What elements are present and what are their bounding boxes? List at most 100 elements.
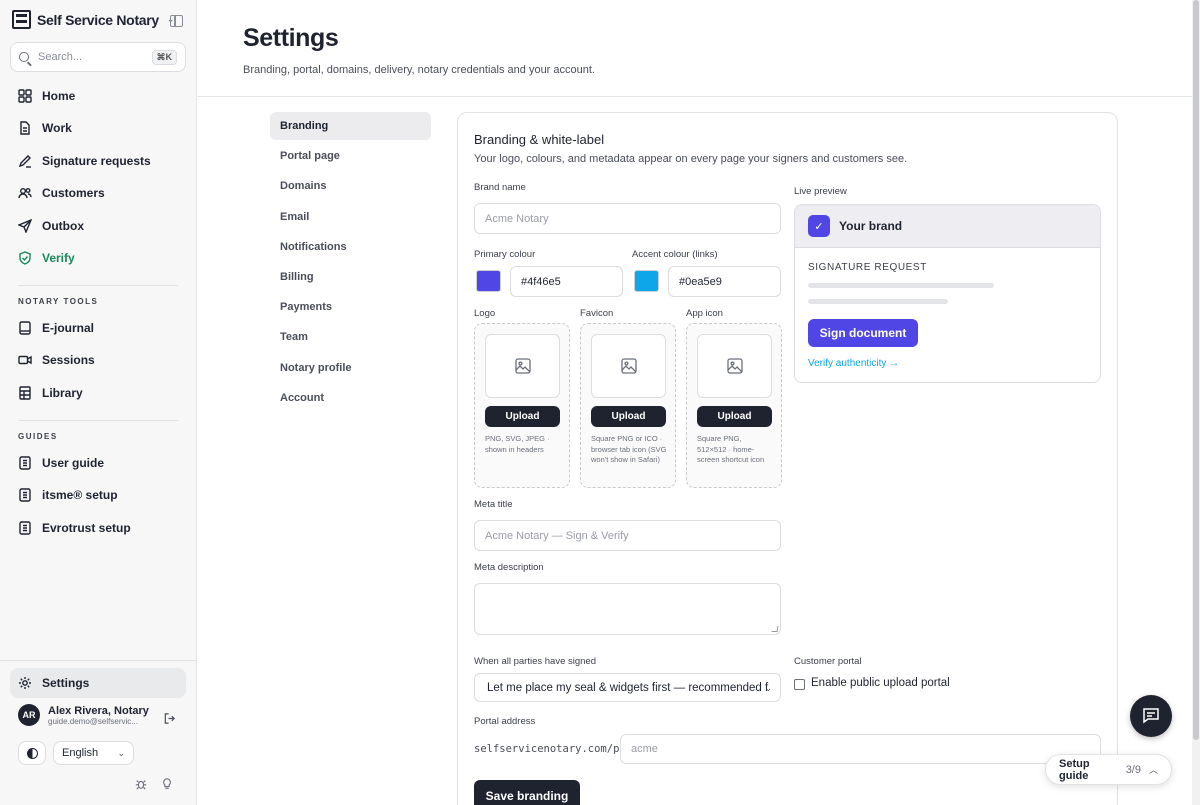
sidebar-item-library[interactable]: Library — [10, 378, 186, 408]
sidebar-item-sessions[interactable]: Sessions — [10, 345, 186, 375]
accent-colour-swatch[interactable] — [634, 270, 659, 292]
logout-icon[interactable] — [163, 712, 176, 728]
portal-address-placeholder: acme — [631, 743, 658, 755]
avatar: AR — [18, 704, 40, 726]
logo-upload-zone[interactable]: Upload PNG, SVG, JPEG · shown in headers — [474, 323, 570, 488]
user-profile[interactable]: AR Alex Rivera, Notary guide.demo@selfse… — [18, 704, 188, 726]
accent-colour-input[interactable]: #0ea5e9 — [668, 266, 781, 297]
app-icon-upload-button[interactable]: Upload — [697, 406, 772, 427]
sidebar-item-outbox[interactable]: Outbox — [10, 211, 186, 241]
nav-divider — [18, 420, 178, 421]
meta-description-label: Meta description — [474, 562, 544, 573]
user-name: Alex Rivera, Notary — [48, 704, 149, 717]
sidebar-item-signature-requests[interactable]: Signature requests — [10, 146, 186, 176]
sidebar-item-home[interactable]: Home — [10, 81, 186, 111]
save-branding-button[interactable]: Save branding — [474, 780, 580, 805]
brand-name-placeholder: Acme Notary — [485, 212, 549, 225]
chevron-up-icon: ︿ — [1148, 765, 1158, 775]
chat-button[interactable] — [1130, 695, 1172, 737]
search-input[interactable]: Search... ⌘K — [10, 42, 186, 72]
workspace-switcher[interactable]: Self Service Notary ⌄ — [12, 10, 174, 29]
sidebar-item-work[interactable]: Work — [10, 113, 186, 143]
primary-colour-input[interactable]: #4f46e5 — [510, 266, 623, 297]
guide-icon — [18, 456, 32, 470]
branding-card: Branding & white-label Your logo, colour… — [457, 112, 1118, 805]
tab-billing[interactable]: Billing — [270, 263, 431, 291]
brand-name-input[interactable]: Acme Notary — [474, 203, 781, 234]
resize-handle-icon[interactable] — [771, 626, 779, 632]
logo-label: Logo — [474, 308, 496, 319]
sidebar-item-label: Signature requests — [42, 153, 151, 168]
image-placeholder-icon — [485, 334, 560, 398]
tools-nav: E-journal Sessions Library — [10, 313, 186, 408]
grid-icon — [18, 89, 32, 103]
signed-action-label: When all parties have signed — [474, 656, 596, 667]
favicon-upload-button[interactable]: Upload — [591, 406, 666, 427]
portal-address-input[interactable]: acme — [620, 734, 1101, 764]
sidebar-item-label: E-journal — [42, 321, 95, 335]
live-preview-panel: ✓ Your brand SIGNATURE REQUEST Sign docu… — [794, 204, 1101, 383]
scrollbar-thumb[interactable] — [1193, 0, 1199, 740]
image-placeholder-icon — [591, 334, 666, 398]
sidebar-item-verify[interactable]: Verify — [10, 243, 186, 273]
public-portal-checkbox[interactable] — [794, 679, 805, 690]
sidebar-item-user-guide[interactable]: User guide — [10, 448, 186, 478]
tab-email[interactable]: Email — [270, 203, 431, 231]
chat-icon — [1142, 706, 1160, 727]
theme-toggle-button[interactable] — [18, 741, 46, 765]
favicon-label: Favicon — [580, 308, 614, 319]
section-label-notary-tools: NOTARY TOOLS — [18, 297, 99, 306]
card-title: Branding & white-label — [474, 132, 605, 147]
preview-header: ✓ Your brand — [795, 205, 1100, 248]
tab-payments[interactable]: Payments — [270, 293, 431, 321]
language-select[interactable]: English ⌄ — [53, 741, 134, 765]
sidebar-item-itsme-setup[interactable]: itsme® setup — [10, 480, 186, 510]
tab-team[interactable]: Team — [270, 323, 431, 351]
tab-account[interactable]: Account — [270, 384, 431, 412]
settings-subnav: Branding Portal page Domains Email Notif… — [270, 112, 431, 414]
meta-description-textarea[interactable] — [474, 583, 781, 635]
logo-upload-button[interactable]: Upload — [485, 406, 560, 427]
app-icon-upload-zone[interactable]: Upload Square PNG, 512×512 · home-screen… — [686, 323, 782, 488]
book-icon — [18, 321, 32, 335]
meta-title-input[interactable]: Acme Notary — Sign & Verify — [474, 520, 781, 551]
tab-branding[interactable]: Branding — [270, 112, 431, 140]
nav-divider — [0, 660, 196, 661]
page-scrollbar[interactable] — [1192, 0, 1200, 805]
sidebar-collapse-icon[interactable] — [170, 15, 183, 27]
bug-icon[interactable] — [135, 778, 147, 793]
search-icon — [19, 52, 29, 62]
guides-nav: User guide itsme® setup Evrotrust setup — [10, 448, 186, 543]
chevron-down-icon: ⌄ — [764, 683, 772, 693]
sidebar-item-label: Home — [42, 89, 76, 103]
skeleton-line — [808, 299, 948, 304]
guide-icon — [18, 521, 32, 535]
sidebar-item-label: Customers — [42, 186, 105, 201]
lightbulb-icon[interactable] — [161, 778, 173, 793]
tab-portal-page[interactable]: Portal page — [270, 142, 431, 170]
sidebar-item-settings[interactable]: Settings — [10, 668, 186, 698]
search-placeholder: Search... — [38, 51, 83, 63]
sidebar-item-label: Sessions — [42, 353, 95, 368]
tab-domains[interactable]: Domains — [270, 172, 431, 200]
guide-icon — [18, 488, 32, 503]
contrast-icon — [26, 747, 38, 759]
signed-action-select[interactable]: Let me place my seal & widgets first — r… — [474, 673, 781, 702]
setup-guide-pill[interactable]: Setup guide 3/9 ︿ — [1045, 754, 1172, 785]
app-icon-label: App icon — [686, 308, 723, 319]
live-preview-label: Live preview — [794, 186, 847, 197]
users-icon — [18, 186, 32, 200]
tab-notary-profile[interactable]: Notary profile — [270, 354, 431, 382]
sidebar-item-e-journal[interactable]: E-journal — [10, 313, 186, 343]
meta-title-label: Meta title — [474, 499, 513, 510]
setup-guide-progress: 3/9 — [1125, 763, 1141, 776]
public-portal-checkbox-label[interactable]: Enable public upload portal — [811, 677, 950, 689]
tab-notifications[interactable]: Notifications — [270, 233, 431, 261]
sidebar-item-evrotrust-setup[interactable]: Evrotrust setup — [10, 513, 186, 543]
accent-colour-label: Accent colour (links) — [632, 249, 718, 260]
language-value: English — [62, 747, 99, 759]
sidebar-item-customers[interactable]: Customers — [10, 178, 186, 208]
search-shortcut: ⌘K — [151, 49, 177, 65]
primary-colour-swatch[interactable] — [476, 270, 501, 292]
favicon-upload-zone[interactable]: Upload Square PNG or ICO · browser tab i… — [580, 323, 676, 488]
